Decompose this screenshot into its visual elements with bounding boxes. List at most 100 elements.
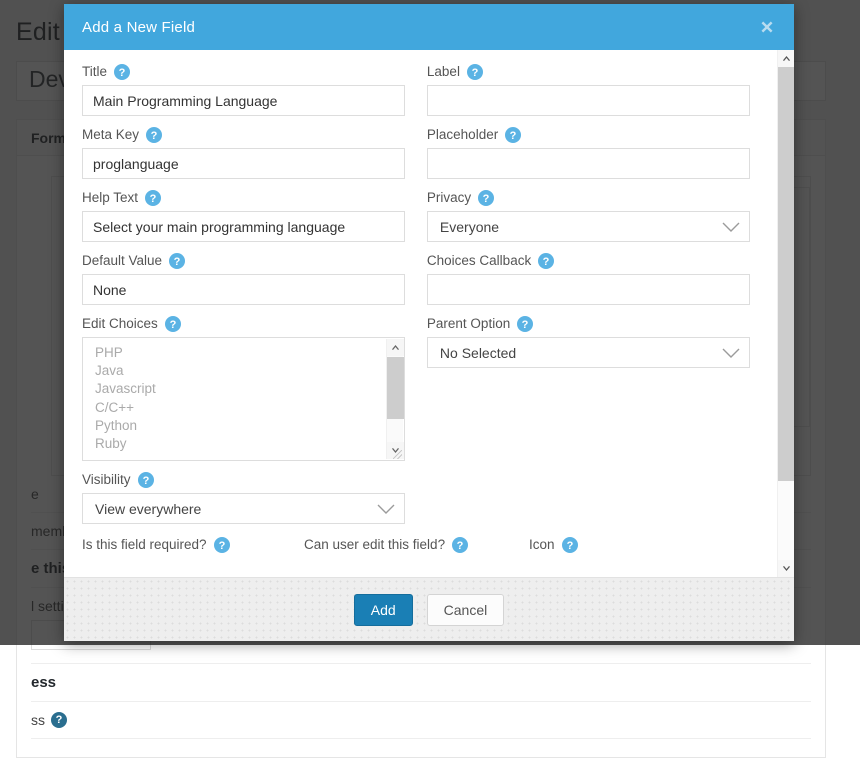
close-icon[interactable] bbox=[754, 14, 780, 40]
add-button[interactable]: Add bbox=[354, 594, 413, 626]
field-is-required: Is this field required? ? bbox=[82, 537, 304, 553]
list-item: Python bbox=[95, 417, 404, 435]
svg-text:?: ? bbox=[169, 319, 176, 331]
field-help-text: Help Text ? bbox=[82, 190, 421, 242]
field-help-text-label: Help Text bbox=[82, 190, 138, 206]
svg-text:?: ? bbox=[119, 67, 126, 79]
modal-header: Add a New Field bbox=[64, 4, 794, 50]
field-placeholder: Placeholder ? bbox=[427, 127, 760, 179]
label-input[interactable] bbox=[427, 85, 750, 116]
cancel-button[interactable]: Cancel bbox=[427, 594, 505, 626]
svg-text:?: ? bbox=[151, 130, 158, 142]
help-icon[interactable]: ? bbox=[467, 64, 483, 80]
help-icon[interactable]: ? bbox=[114, 64, 130, 80]
help-icon[interactable]: ? bbox=[146, 127, 162, 143]
field-label-label-row: Label ? bbox=[427, 64, 760, 80]
field-privacy: Privacy ? Everyone bbox=[427, 190, 760, 242]
list-item: Java bbox=[95, 362, 404, 380]
field-visibility-label-row: Visibility ? bbox=[82, 472, 421, 488]
help-icon[interactable]: ? bbox=[165, 316, 181, 332]
help-text-input[interactable] bbox=[82, 211, 405, 242]
field-default-value-label: Default Value bbox=[82, 253, 162, 269]
svg-text:?: ? bbox=[174, 256, 181, 268]
modal-footer: Add Cancel bbox=[64, 577, 794, 641]
bg-fragment-5-text: ss bbox=[31, 712, 45, 728]
svg-text:?: ? bbox=[218, 540, 225, 552]
field-choices-callback-label-row: Choices Callback ? bbox=[427, 253, 760, 269]
list-item: PHP bbox=[95, 344, 404, 362]
field-privacy-label: Privacy bbox=[427, 190, 471, 206]
field-visibility-label: Visibility bbox=[82, 472, 131, 488]
meta-key-input[interactable] bbox=[82, 148, 405, 179]
scroll-up-icon[interactable] bbox=[387, 339, 404, 356]
svg-text:?: ? bbox=[483, 193, 490, 205]
edit-choices-scrollbar[interactable] bbox=[386, 339, 403, 459]
left-column: Title ? Meta Key ? bbox=[82, 64, 421, 535]
help-icon[interactable]: ? bbox=[214, 537, 230, 553]
field-parent-option-label: Parent Option bbox=[427, 316, 510, 332]
scroll-down-icon[interactable] bbox=[778, 560, 794, 577]
help-icon[interactable]: ? bbox=[51, 712, 67, 728]
help-icon[interactable]: ? bbox=[145, 190, 161, 206]
field-help-text-label-row: Help Text ? bbox=[82, 190, 421, 206]
help-icon[interactable]: ? bbox=[517, 316, 533, 332]
help-icon[interactable]: ? bbox=[452, 537, 468, 553]
field-choices-callback: Choices Callback ? bbox=[427, 253, 760, 305]
right-column: Label ? Placeholder ? bbox=[421, 64, 760, 535]
svg-text:?: ? bbox=[457, 540, 464, 552]
field-placeholder-label-row: Placeholder ? bbox=[427, 127, 760, 143]
field-can-user-edit: Can user edit this field? ? bbox=[304, 537, 529, 553]
svg-text:?: ? bbox=[142, 475, 149, 487]
icon-field-label: Icon bbox=[529, 537, 555, 553]
svg-text:?: ? bbox=[472, 67, 479, 79]
help-icon[interactable]: ? bbox=[478, 190, 494, 206]
field-default-value: Default Value ? bbox=[82, 253, 421, 305]
field-privacy-label-row: Privacy ? bbox=[427, 190, 760, 206]
field-edit-choices-label-row: Edit Choices ? bbox=[82, 316, 421, 332]
field-parent-option: Parent Option ? No Selected bbox=[427, 316, 760, 368]
privacy-select-value: Everyone bbox=[440, 219, 499, 235]
field-title-label-row: Title ? bbox=[82, 64, 421, 80]
field-title: Title ? bbox=[82, 64, 421, 116]
visibility-select-value: View everywhere bbox=[95, 501, 201, 517]
svg-text:?: ? bbox=[566, 540, 573, 552]
bg-fragment-5: ss? bbox=[31, 702, 811, 739]
scroll-up-icon[interactable] bbox=[778, 50, 794, 67]
placeholder-input[interactable] bbox=[427, 148, 750, 179]
chevron-down-icon bbox=[721, 221, 741, 233]
chevron-down-icon bbox=[721, 347, 741, 359]
visibility-select[interactable]: View everywhere bbox=[82, 493, 405, 524]
scrollbar-thumb[interactable] bbox=[387, 357, 404, 419]
parent-option-select[interactable]: No Selected bbox=[427, 337, 750, 368]
field-parent-option-label-row: Parent Option ? bbox=[427, 316, 760, 332]
field-meta-key-label: Meta Key bbox=[82, 127, 139, 143]
bg-fragment-4: ess bbox=[31, 664, 811, 702]
help-icon[interactable]: ? bbox=[505, 127, 521, 143]
privacy-select[interactable]: Everyone bbox=[427, 211, 750, 242]
field-label-label: Label bbox=[427, 64, 460, 80]
field-meta-key-label-row: Meta Key ? bbox=[82, 127, 421, 143]
default-value-input[interactable] bbox=[82, 274, 405, 305]
edit-choices-textarea[interactable]: PHP Java Javascript C/C++ Python Ruby bbox=[82, 337, 405, 461]
scrollbar-thumb[interactable] bbox=[778, 67, 794, 481]
help-icon[interactable]: ? bbox=[169, 253, 185, 269]
can-user-edit-field-label: Can user edit this field? bbox=[304, 537, 445, 553]
modal-body-scrollbar[interactable] bbox=[777, 50, 794, 577]
list-item: C/C++ bbox=[95, 399, 404, 417]
help-icon[interactable]: ? bbox=[138, 472, 154, 488]
title-input[interactable] bbox=[82, 85, 405, 116]
field-meta-key: Meta Key ? bbox=[82, 127, 421, 179]
field-edit-choices: Edit Choices ? PHP Java Javascript C/C++… bbox=[82, 316, 421, 461]
field-placeholder-label: Placeholder bbox=[427, 127, 498, 143]
field-default-value-label-row: Default Value ? bbox=[82, 253, 421, 269]
field-label: Label ? bbox=[427, 64, 760, 116]
help-icon[interactable]: ? bbox=[538, 253, 554, 269]
edit-choices-list: PHP Java Javascript C/C++ Python Ruby bbox=[83, 338, 404, 453]
help-icon[interactable]: ? bbox=[562, 537, 578, 553]
resize-grip[interactable] bbox=[393, 450, 402, 459]
list-item: Javascript bbox=[95, 380, 404, 398]
field-choices-callback-label: Choices Callback bbox=[427, 253, 531, 269]
field-visibility: Visibility ? View everywhere bbox=[82, 472, 421, 524]
is-field-required-label: Is this field required? bbox=[82, 537, 207, 553]
choices-callback-input[interactable] bbox=[427, 274, 750, 305]
